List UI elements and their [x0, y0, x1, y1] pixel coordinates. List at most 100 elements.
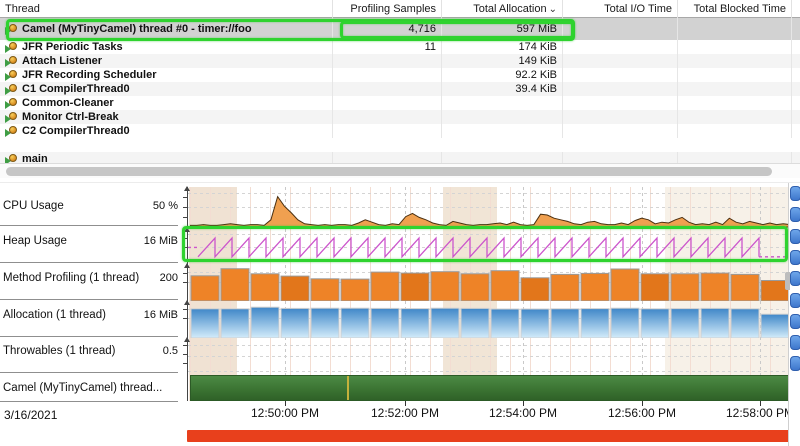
thread-dot-icon [9, 24, 17, 32]
row-spacer [792, 96, 800, 110]
thread-row[interactable]: C2 CompilerThread0 [0, 124, 800, 138]
row-spacer [792, 68, 800, 82]
thread-icon [5, 70, 19, 81]
method-profiling-chart[interactable] [190, 264, 790, 301]
total-allocation-cell [442, 110, 563, 124]
time-range-scrollbar[interactable] [187, 430, 790, 442]
sort-desc-icon: ⌄ [549, 4, 557, 15]
lane-label-allocation[interactable]: Allocation (1 thread) [3, 309, 106, 321]
allocation-chart[interactable] [190, 301, 790, 338]
total-allocation-cell [442, 124, 563, 138]
horizontal-scrollbar-thumb[interactable] [6, 167, 772, 176]
axis-arrow-icon [184, 263, 190, 268]
column-header-total-allocation[interactable]: Total Allocation⌄ [442, 0, 563, 18]
lane-axis-value: 0.5 [163, 345, 178, 357]
thread-name-cell: Camel (MyTinyCamel) thread #0 - timer://… [0, 18, 333, 40]
thread-row[interactable]: Camel (MyTinyCamel) thread #0 - timer://… [0, 18, 800, 40]
thread-row[interactable]: main [0, 152, 800, 163]
row-spacer [792, 110, 800, 124]
axis-arrow-icon [184, 186, 190, 191]
thread-name-label: JFR Periodic Tasks [22, 41, 123, 53]
axis-tick [183, 247, 188, 248]
thread-dot-icon [9, 154, 17, 162]
lane-divider [0, 372, 178, 373]
thread-name-label: Camel (MyTinyCamel) thread #0 - timer://… [22, 23, 252, 35]
column-header-total-io-time[interactable]: Total I/O Time [563, 0, 678, 18]
thread-icon [5, 56, 19, 67]
axis-tick [183, 354, 188, 355]
lane-axis-value: 16 MiB [144, 235, 178, 247]
profiling-samples-cell: 4,716 [333, 18, 442, 40]
thread-dot-icon [9, 70, 17, 78]
heap-usage-chart[interactable] [188, 228, 790, 264]
horizontal-scrollbar-track[interactable] [0, 163, 800, 178]
legend-pill-button[interactable] [790, 186, 800, 201]
lane-divider [0, 299, 178, 300]
total-io-time-cell [563, 68, 678, 82]
legend-pill-button[interactable] [790, 293, 800, 308]
thread-dot-icon [9, 42, 17, 50]
column-header-total-blocked-time[interactable]: Total Blocked Time [678, 0, 792, 18]
lane-axis-value: 200 [160, 272, 178, 284]
total-io-time-cell [563, 18, 678, 40]
thread-row[interactable]: JFR Periodic Tasks11174 KiB [0, 40, 800, 54]
lane-label-cpu[interactable]: CPU Usage [3, 200, 64, 212]
legend-pill-button[interactable] [790, 356, 800, 371]
axis-tick [183, 273, 188, 274]
lane-label-method[interactable]: Method Profiling (1 thread) [3, 272, 139, 284]
axis-tick [183, 282, 188, 283]
thread-row[interactable]: Attach Listener149 KiB [0, 54, 800, 68]
total-blocked-time-cell [678, 110, 792, 124]
row-spacer [792, 124, 800, 138]
thread-row[interactable]: Monitor Ctrl-Break [0, 110, 800, 124]
row-spacer [792, 82, 800, 96]
horizontal-gridline [188, 371, 790, 372]
cpu-usage-chart[interactable] [190, 187, 790, 228]
total-blocked-time-cell [678, 68, 792, 82]
lane-divider [0, 401, 178, 402]
thread-row[interactable]: C1 CompilerThread039.4 KiB [0, 82, 800, 96]
thread-row[interactable]: JFR Recording Scheduler92.2 KiB [0, 68, 800, 82]
legend-pill-button[interactable] [790, 229, 800, 244]
legend-pill-button[interactable] [790, 250, 800, 265]
lane-label-camel-thread[interactable]: Camel (MyTinyCamel) thread... [3, 382, 162, 394]
legend-pill-button[interactable] [790, 314, 800, 329]
thread-table-header: Thread Profiling Samples Total Allocatio… [0, 0, 800, 18]
axis-arrow-icon [184, 227, 190, 232]
row-spacer [792, 18, 800, 40]
time-axis-label: 12:56:00 PM [608, 406, 676, 420]
time-axis-label: 12:52:00 PM [371, 406, 439, 420]
time-axis-label: 12:54:00 PM [489, 406, 557, 420]
thread-row[interactable]: Common-Cleaner [0, 96, 800, 110]
camel-thread-span[interactable] [190, 375, 790, 401]
total-blocked-time-cell [678, 40, 792, 54]
time-axis: 12:50:00 PM 12:52:00 PM 12:54:00 PM 12:56:0… [0, 406, 796, 424]
thread-dot-icon [9, 126, 17, 134]
thread-icon [5, 154, 19, 164]
thread-dot-icon [9, 112, 17, 120]
thread-name-label: C2 CompilerThread0 [22, 125, 130, 137]
thread-name-cell: C2 CompilerThread0 [0, 124, 333, 138]
lane-label-heap[interactable]: Heap Usage [3, 235, 67, 247]
time-axis-label: 12:50:00 PM [251, 406, 319, 420]
total-blocked-time-cell [678, 18, 792, 40]
lane-label-throwables[interactable]: Throwables (1 thread) [3, 345, 116, 357]
total-allocation-cell: 597 MiB [442, 18, 563, 40]
legend-pill-button[interactable] [790, 271, 800, 286]
legend-pill-button[interactable] [790, 207, 800, 222]
row-spacer [792, 54, 800, 68]
date-label: 3/16/2021 [4, 408, 57, 422]
total-blocked-time-cell [678, 96, 792, 110]
legend-pill-button[interactable] [790, 335, 800, 350]
axis-tick [183, 345, 188, 346]
profiling-samples-cell [333, 68, 442, 82]
axis-tick [183, 217, 188, 218]
total-blocked-time-cell [678, 152, 792, 163]
total-blocked-time-cell [678, 82, 792, 96]
thread-name-cell: Attach Listener [0, 54, 333, 68]
column-header-thread[interactable]: Thread [0, 0, 333, 18]
axis-tick [183, 207, 188, 208]
column-header-profiling-samples[interactable]: Profiling Samples [333, 0, 442, 18]
column-header-total-allocation-label: Total Allocation [473, 3, 546, 15]
total-blocked-time-cell [678, 124, 792, 138]
